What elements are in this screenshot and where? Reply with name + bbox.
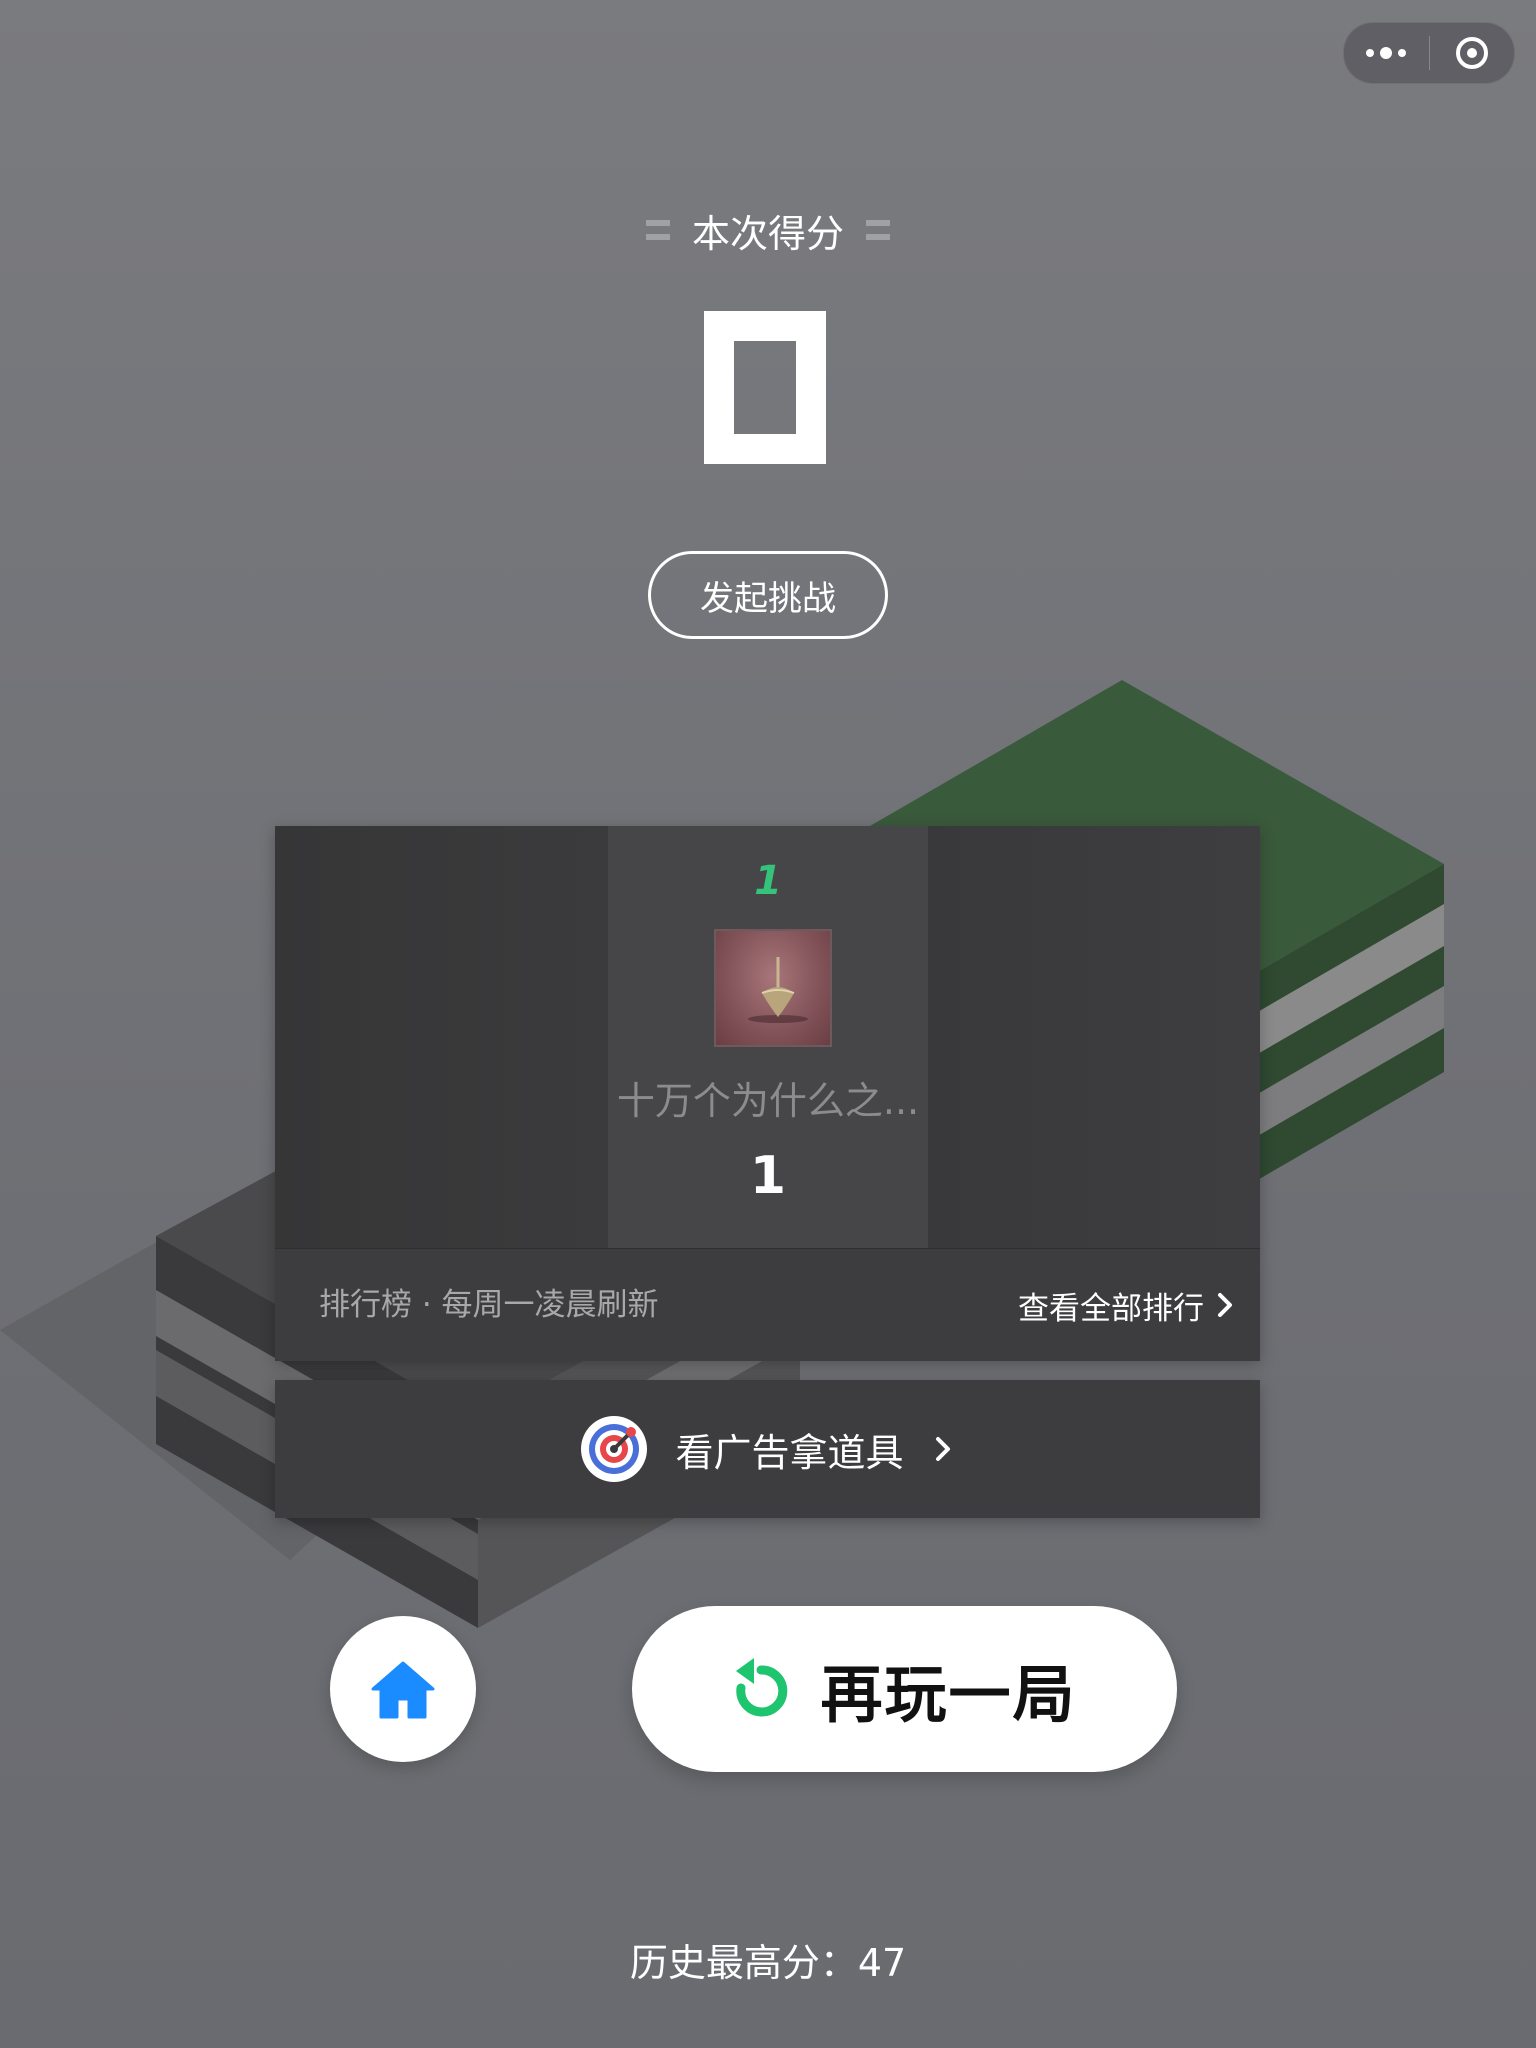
title-deco-right — [866, 220, 890, 240]
history-best-score: 历史最高分：47 — [0, 1932, 1536, 1987]
chevron-right-icon — [1218, 1293, 1232, 1317]
score-title-text: 本次得分 — [691, 211, 844, 256]
replay-label: 再玩一局 — [820, 1658, 1077, 1731]
rank-number: 1 — [754, 858, 782, 904]
spinning-top-image — [748, 957, 808, 1023]
close-button[interactable] — [1430, 23, 1515, 83]
target-close-icon — [1455, 37, 1488, 69]
replay-icon — [736, 1658, 788, 1717]
home-icon — [371, 1661, 435, 1719]
current-score: 0 — [704, 311, 826, 464]
leaderboard-card: 1 十万个为什么之... 1 排行榜 · 每周一凌晨刷新 查看全部排行 — [275, 826, 1260, 1361]
more-button[interactable] — [1344, 23, 1429, 83]
view-all-ranking-link[interactable]: 查看全部排行 — [1018, 1249, 1236, 1361]
title-deco-left — [645, 220, 670, 240]
watch-ad-label: 看广告拿道具 — [675, 1430, 904, 1475]
ad-target-icon — [581, 1416, 648, 1482]
mini-program-capsule — [1343, 22, 1515, 84]
history-best-value: 47 — [857, 1941, 907, 1985]
player-score: 1 — [749, 1146, 787, 1206]
leaderboard-slot-right — [928, 826, 1260, 1248]
home-button[interactable] — [330, 1616, 476, 1762]
leaderboard-note: 排行榜 · 每周一凌晨刷新 — [319, 1287, 659, 1323]
score-title: 本次得分 — [0, 200, 1536, 260]
leaderboard-slot-left — [275, 826, 608, 1248]
view-all-label: 查看全部排行 — [1018, 1290, 1204, 1327]
player-name: 十万个为什么之... — [616, 1079, 920, 1123]
replay-button[interactable]: 再玩一局 — [632, 1606, 1177, 1772]
watch-ad-button[interactable]: 看广告拿道具 — [275, 1380, 1260, 1518]
challenge-button[interactable]: 发起挑战 — [648, 551, 888, 639]
more-dots-icon — [1366, 47, 1407, 59]
history-best-label: 历史最高分： — [629, 1941, 858, 1985]
chevron-right-icon — [935, 1437, 950, 1461]
avatar — [714, 929, 832, 1047]
leaderboard-entry[interactable]: 1 十万个为什么之... 1 — [608, 826, 928, 1248]
leaderboard-footer: 排行榜 · 每周一凌晨刷新 查看全部排行 — [275, 1248, 1260, 1361]
